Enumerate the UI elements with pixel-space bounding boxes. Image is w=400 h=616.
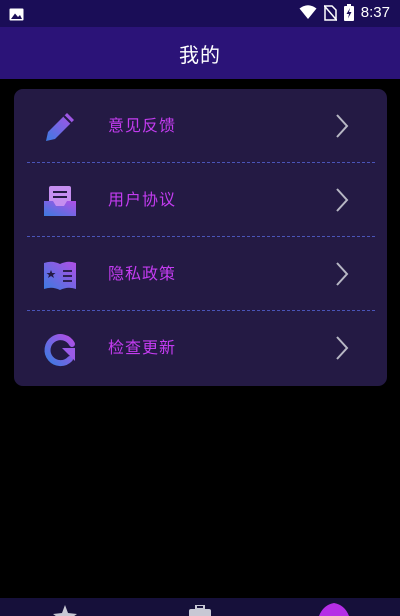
status-bar: 8:37 — [0, 0, 400, 27]
no-sim-icon — [323, 4, 337, 21]
chevron-right-icon — [334, 113, 350, 143]
status-time: 8:37 — [360, 4, 390, 21]
chevron-right-icon — [334, 261, 350, 291]
edit-pencil-icon — [42, 109, 78, 145]
menu-item-user-agreement[interactable]: 用户协议 — [14, 163, 387, 237]
menu-item-privacy-policy[interactable]: 隐私政策 — [14, 237, 387, 311]
document-inbox-icon — [42, 183, 78, 219]
privacy-book-icon — [42, 257, 78, 293]
wifi-icon — [299, 5, 317, 20]
menu-card: 意见反馈 用户协议 隐私政策 检查更新 — [14, 89, 387, 386]
menu-item-feedback[interactable]: 意见反馈 — [14, 89, 387, 163]
menu-item-check-update[interactable]: 检查更新 — [14, 311, 387, 385]
app-bar: 我的 — [0, 27, 400, 79]
menu-item-label: 隐私政策 — [108, 264, 177, 283]
profile-icon[interactable] — [316, 601, 352, 616]
status-icons: 8:37 — [292, 4, 390, 21]
bottom-nav — [0, 598, 400, 616]
page-title: 我的 — [179, 42, 221, 67]
star-icon[interactable] — [53, 604, 77, 616]
menu-item-label: 意见反馈 — [108, 116, 177, 135]
toolbox-icon[interactable] — [189, 604, 211, 616]
chevron-right-icon — [334, 335, 350, 365]
battery-charging-icon — [343, 4, 354, 21]
refresh-update-icon — [42, 331, 78, 367]
chevron-right-icon — [334, 187, 350, 217]
menu-item-label: 用户协议 — [108, 190, 177, 209]
image-icon — [9, 6, 24, 25]
menu-item-label: 检查更新 — [108, 338, 177, 357]
